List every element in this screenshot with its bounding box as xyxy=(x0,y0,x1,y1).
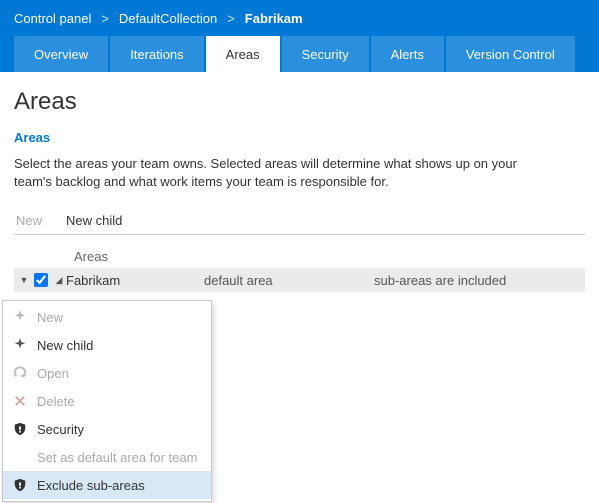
breadcrumb-project[interactable]: Fabrikam xyxy=(245,11,303,26)
grid-header-areas: Areas xyxy=(14,245,585,268)
row-subareas-label: sub-areas are included xyxy=(374,273,585,288)
delete-x-icon xyxy=(11,394,29,408)
tab-iterations[interactable]: Iterations xyxy=(110,36,203,72)
breadcrumb-root[interactable]: Control panel xyxy=(14,11,91,26)
breadcrumb-collection[interactable]: DefaultCollection xyxy=(119,11,217,26)
menu-item-new[interactable]: New xyxy=(3,303,211,331)
tab-areas[interactable]: Areas xyxy=(206,36,280,72)
menu-item-label: Delete xyxy=(37,394,75,409)
page-title: Areas xyxy=(14,88,585,116)
menu-item-label: New xyxy=(37,310,63,325)
tab-version-control[interactable]: Version Control xyxy=(446,36,575,72)
sparkle-icon xyxy=(11,310,29,324)
chevron-right-icon: > xyxy=(227,11,235,26)
menu-item-label: Security xyxy=(37,422,84,437)
menu-item-label: Exclude sub-areas xyxy=(37,478,145,493)
table-row[interactable]: ▼ ◢ Fabrikam default area sub-areas are … xyxy=(14,268,585,292)
row-default-label: default area xyxy=(204,273,374,288)
menu-item-security[interactable]: Security xyxy=(3,415,211,443)
tree-expander-icon[interactable]: ◢ xyxy=(52,275,66,286)
menu-item-label: New child xyxy=(37,338,93,353)
open-arrow-icon xyxy=(11,366,29,380)
tab-security[interactable]: Security xyxy=(282,36,369,72)
context-menu: New New child Open Delete Security Set a… xyxy=(2,300,212,502)
tab-overview[interactable]: Overview xyxy=(14,36,108,72)
section-title: Areas xyxy=(14,130,585,145)
toolbar-new-child[interactable]: New child xyxy=(66,213,122,228)
tab-bar: Overview Iterations Areas Security Alert… xyxy=(0,36,599,72)
row-checkbox-wrap xyxy=(30,273,52,287)
page-body: Areas Areas Select the areas your team o… xyxy=(0,72,599,292)
shield-icon xyxy=(11,422,29,436)
page-description: Select the areas your team owns. Selecte… xyxy=(14,155,554,191)
toolbar-new[interactable]: New xyxy=(16,213,42,228)
shield-alert-icon xyxy=(11,478,29,492)
row-checkbox[interactable] xyxy=(34,273,48,287)
chevron-right-icon: > xyxy=(101,11,109,26)
menu-item-exclude-subareas[interactable]: Exclude sub-areas xyxy=(3,471,211,499)
tab-alerts[interactable]: Alerts xyxy=(371,36,444,72)
menu-item-new-child[interactable]: New child xyxy=(3,331,211,359)
menu-item-delete[interactable]: Delete xyxy=(3,387,211,415)
row-area-name: Fabrikam xyxy=(66,273,204,288)
toolbar: New New child xyxy=(14,209,585,235)
menu-item-open[interactable]: Open xyxy=(3,359,211,387)
sparkle-icon xyxy=(11,338,29,352)
menu-item-label: Open xyxy=(37,366,69,381)
expander-icon[interactable]: ▼ xyxy=(18,275,30,285)
menu-item-label: Set as default area for team xyxy=(37,450,197,465)
breadcrumb: Control panel > DefaultCollection > Fabr… xyxy=(0,0,599,36)
menu-item-set-default[interactable]: Set as default area for team xyxy=(3,443,211,471)
